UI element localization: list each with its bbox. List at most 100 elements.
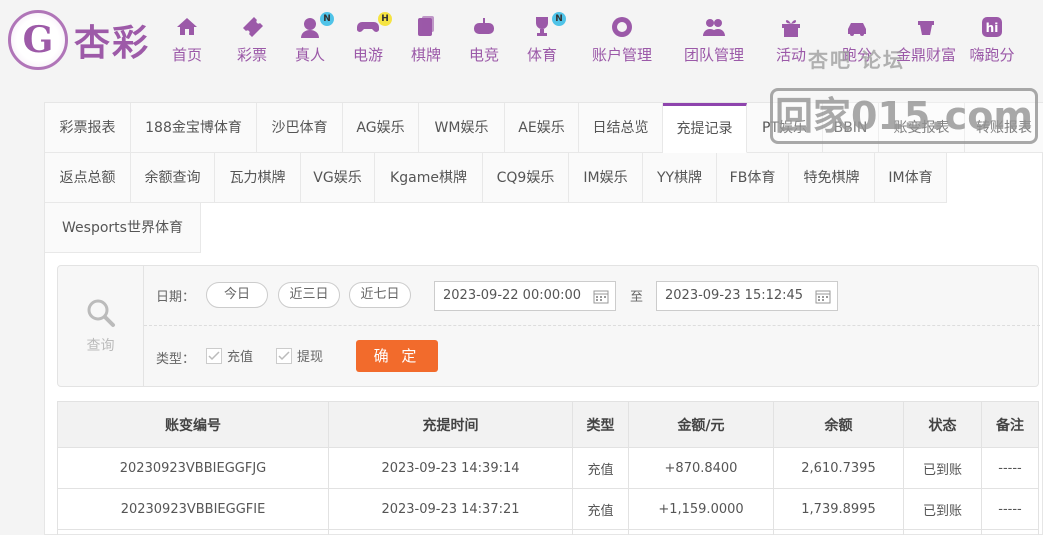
nav-label: 体育 — [526, 46, 557, 64]
calendar-icon[interactable] — [815, 288, 831, 304]
confirm-button[interactable]: 确 定 — [356, 340, 438, 372]
tab-lottery-report[interactable]: 彩票报表 — [45, 103, 131, 153]
main-nav: 首页 彩票 N 真人 H 电游 棋牌 电竞 N 体育 账户管理 团队管理 活动 … — [165, 12, 1021, 65]
nav-label: 首页 — [171, 46, 202, 64]
nav-item-hipaofen[interactable]: hi 嗨跑分 — [963, 14, 1021, 65]
tab-wesports[interactable]: Wesports世界体育 — [45, 203, 201, 253]
start-date-value: 2023-09-22 00:00:00 — [443, 288, 582, 303]
tab-wali-cards[interactable]: 瓦力棋牌 — [215, 153, 301, 203]
tab-temian-cards[interactable]: 特免棋牌 — [789, 153, 875, 203]
date-row: 日期： 今日 近三日 近七日 2023-09-22 00:00:00 至 202… — [144, 266, 1040, 326]
nav-label: 账户管理 — [591, 46, 652, 64]
nav-label: 彩票 — [236, 46, 267, 64]
tab-bbin[interactable]: BBIN — [823, 103, 879, 153]
nav-label: 电竞 — [468, 46, 499, 64]
col-time[interactable]: 充提时间 — [328, 401, 573, 448]
logo-emblem-icon: G — [8, 10, 68, 70]
tab-vg[interactable]: VG娱乐 — [301, 153, 375, 203]
nav-item-live[interactable]: N 真人 — [281, 12, 339, 65]
hot-badge: H — [378, 12, 392, 26]
tab-daily-summary[interactable]: 日结总览 — [579, 103, 663, 153]
col-remark[interactable]: 备注 — [981, 401, 1039, 448]
nav-label: 团队管理 — [683, 46, 744, 64]
esports-icon — [470, 14, 498, 40]
query-label: 查询 — [86, 338, 115, 354]
nav-item-promotions[interactable]: 活动 — [769, 14, 813, 65]
range-today-button[interactable]: 今日 — [206, 282, 268, 308]
table-row[interactable]: 20230923VBBIEGGFIE 2023-09-23 14:37:21 充… — [57, 488, 1039, 530]
transaction-id: 20230923VBBIEGGFIE — [57, 488, 329, 530]
withdraw-checkbox[interactable]: 提现 — [276, 346, 323, 365]
col-balance[interactable]: 余额 — [773, 401, 904, 448]
transaction-type: 充值 — [572, 488, 629, 530]
nav-item-home[interactable]: 首页 — [165, 14, 209, 65]
range-3days-button[interactable]: 近三日 — [278, 282, 340, 308]
tab-im-sports[interactable]: IM体育 — [875, 153, 947, 203]
nav-item-account[interactable]: 账户管理 — [583, 14, 661, 65]
table-row[interactable]: 20230923VBBIEGGFJG 2023-09-23 14:39:14 充… — [57, 447, 1039, 489]
car-icon — [843, 14, 871, 40]
table-row[interactable] — [57, 529, 1039, 535]
col-type[interactable]: 类型 — [572, 401, 629, 448]
new-badge: N — [552, 12, 566, 26]
nav-item-jinding[interactable]: 金鼎财富 — [893, 14, 959, 65]
nav-label: 嗨跑分 — [969, 46, 1015, 64]
nav-item-team[interactable]: 团队管理 — [675, 14, 753, 65]
transaction-time: 2023-09-23 14:37:21 — [328, 488, 573, 530]
nav-label: 棋牌 — [410, 46, 441, 64]
nav-label: 真人 — [294, 46, 325, 64]
tab-saba-sports[interactable]: 沙巴体育 — [257, 103, 343, 153]
end-date-input[interactable]: 2023-09-23 15:12:45 — [656, 281, 838, 311]
start-date-input[interactable]: 2023-09-22 00:00:00 — [434, 281, 616, 311]
nav-item-slots[interactable]: H 电游 — [339, 12, 397, 65]
brand-logo[interactable]: G 杏彩 — [8, 10, 150, 70]
home-icon — [173, 14, 201, 40]
query-filter: 查询 日期： 今日 近三日 近七日 2023-09-22 00:00:00 至 … — [57, 265, 1040, 387]
transaction-remark: ----- — [981, 447, 1039, 489]
transactions-table: 账变编号 充提时间 类型 金额/元 余额 状态 备注 20230923VBBIE… — [57, 401, 1039, 535]
tab-ag[interactable]: AG娱乐 — [343, 103, 419, 153]
status-badge: 已到账 — [903, 488, 982, 530]
calendar-icon[interactable] — [593, 288, 609, 304]
checkmark-icon — [276, 347, 292, 364]
type-row: 类型： 充值 提现 确 定 — [144, 326, 1040, 386]
tab-ae[interactable]: AE娱乐 — [505, 103, 579, 153]
top-header: G 杏彩 首页 彩票 N 真人 H 电游 棋牌 电竞 N 体育 账户管理 团队管… — [0, 0, 1043, 82]
tab-cq9[interactable]: CQ9娱乐 — [483, 153, 569, 203]
nav-item-sports[interactable]: N 体育 — [513, 12, 571, 65]
checkmark-icon — [206, 347, 222, 364]
transaction-id: 20230923VBBIEGGFJG — [57, 447, 329, 489]
tab-wm[interactable]: WM娱乐 — [419, 103, 505, 153]
transaction-amount: +1,159.0000 — [628, 488, 774, 530]
nav-item-lottery[interactable]: 彩票 — [223, 14, 281, 65]
nav-item-cards[interactable]: 棋牌 — [397, 14, 455, 65]
tab-deposit-withdraw[interactable]: 充提记录 — [663, 103, 747, 153]
nav-label: 跑分 — [841, 46, 872, 64]
tab-fb-sports[interactable]: FB体育 — [717, 153, 789, 203]
col-amount[interactable]: 金额/元 — [628, 401, 774, 448]
nav-label: 电游 — [352, 46, 383, 64]
tab-transfer-report[interactable]: 转账报表 — [965, 103, 1043, 153]
col-transaction-id[interactable]: 账变编号 — [57, 401, 329, 448]
tab-kgame[interactable]: Kgame棋牌 — [375, 153, 483, 203]
nav-item-paofen[interactable]: 跑分 — [835, 14, 879, 65]
tab-yy-cards[interactable]: YY棋牌 — [643, 153, 717, 203]
withdraw-label: 提现 — [297, 350, 324, 365]
nav-item-esports[interactable]: 电竞 — [455, 14, 513, 65]
tab-balance-query[interactable]: 余额查询 — [131, 153, 215, 203]
tab-balance-change[interactable]: 账变报表 — [879, 103, 965, 153]
transaction-balance: 2,610.7395 — [773, 447, 904, 489]
tab-rebate-total[interactable]: 返点总额 — [45, 153, 131, 203]
to-label: 至 — [630, 290, 644, 305]
tab-pt[interactable]: PT娱乐 — [747, 103, 823, 153]
range-7days-button[interactable]: 近七日 — [349, 282, 411, 308]
tab-188-sports[interactable]: 188金宝博体育 — [131, 103, 257, 153]
status-badge: 已到账 — [903, 447, 982, 489]
deposit-checkbox[interactable]: 充值 — [206, 346, 253, 365]
date-label: 日期： — [156, 290, 196, 305]
gift-icon — [777, 14, 805, 40]
brand-name: 杏彩 — [74, 22, 151, 64]
end-date-value: 2023-09-23 15:12:45 — [665, 288, 804, 303]
tab-im[interactable]: IM娱乐 — [569, 153, 643, 203]
col-status[interactable]: 状态 — [903, 401, 982, 448]
